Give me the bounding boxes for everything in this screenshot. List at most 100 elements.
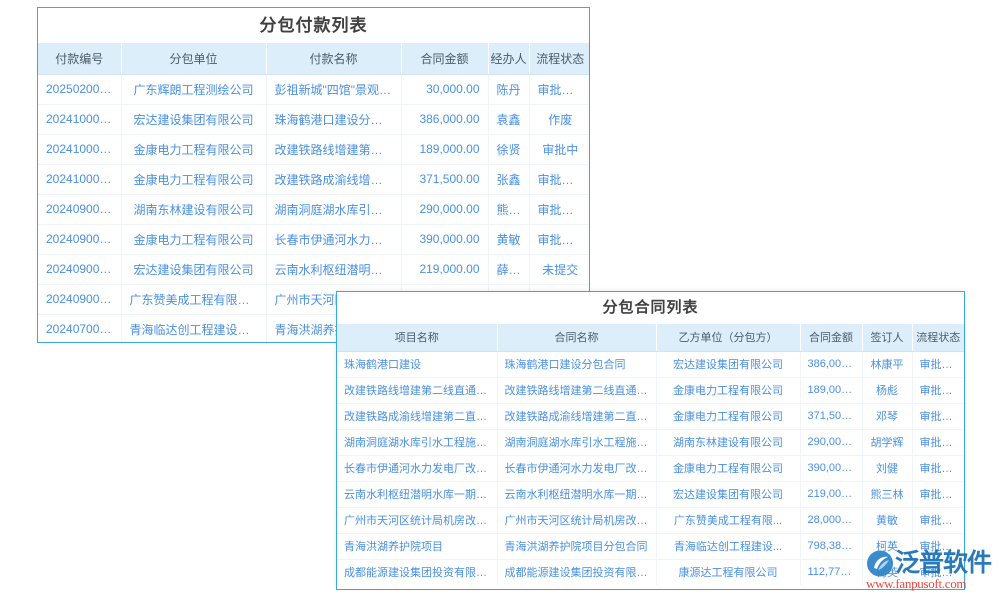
contract-cell-contract[interactable]: 改建铁路线增建第二线直通线（成都-西...: [497, 377, 656, 403]
payment-cell-amount[interactable]: 30,000.00: [401, 74, 488, 104]
payment-status-badge[interactable]: 审批中: [529, 134, 590, 164]
contract-cell-signer[interactable]: 林康平: [862, 351, 912, 377]
contract-cell-party-b[interactable]: 金康电力工程有限公司: [656, 455, 800, 481]
payment-cell-operator[interactable]: 薛保丰: [488, 254, 529, 284]
contract-cell-party-b[interactable]: 金康电力工程有限公司: [656, 403, 800, 429]
contract-status-badge[interactable]: 审批通过: [912, 351, 964, 377]
contract-cell-signer[interactable]: 邓琴: [862, 403, 912, 429]
contract-cell-amount[interactable]: 371,500.00: [800, 403, 862, 429]
payment-cell-unit[interactable]: 金康电力工程有限公司: [121, 164, 266, 194]
payment-cell-code[interactable]: 2024090002: [38, 254, 121, 284]
payment-table-row[interactable]: 2024100001金康电力工程有限公司改建铁路成渝线增建第...371,500…: [38, 164, 590, 194]
payment-cell-name[interactable]: 彭祖新城"四馆"景观工...: [266, 74, 401, 104]
contract-col-status[interactable]: 流程状态: [912, 324, 964, 351]
payment-cell-name[interactable]: 云南水利枢纽潜明水库...: [266, 254, 401, 284]
payment-cell-name[interactable]: 改建铁路成渝线增建第...: [266, 164, 401, 194]
payment-cell-code[interactable]: 2024090001: [38, 284, 121, 314]
payment-cell-name[interactable]: 珠海鹤港口建设分包合...: [266, 104, 401, 134]
contract-table-row[interactable]: 青海洪湖养护院项目青海洪湖养护院项目分包合同青海临达创工程建设...798,38…: [337, 533, 964, 559]
contract-cell-contract[interactable]: 珠海鹤港口建设分包合同: [497, 351, 656, 377]
contract-cell-project[interactable]: 云南水利枢纽潜明水库一期工程...: [337, 481, 497, 507]
payment-status-badge[interactable]: 审批通过: [529, 164, 590, 194]
payment-status-badge[interactable]: 作废: [529, 104, 590, 134]
payment-cell-unit[interactable]: 宏达建设集团有限公司: [121, 254, 266, 284]
payment-status-badge[interactable]: 审批通过: [529, 74, 590, 104]
contract-table-row[interactable]: 改建铁路成渝线增建第二直通线...改建铁路成渝线增建第二直通线（成渝...金康电…: [337, 403, 964, 429]
payment-status-badge[interactable]: 未提交: [529, 254, 590, 284]
contract-table-row[interactable]: 改建铁路线增建第二线直通线（...改建铁路线增建第二线直通线（成都-西...金康…: [337, 377, 964, 403]
payment-table-row[interactable]: 2024100002金康电力工程有限公司改建铁路线增建第二线...189,000…: [38, 134, 590, 164]
payment-table-row[interactable]: 2024100003宏达建设集团有限公司珠海鹤港口建设分包合...386,000…: [38, 104, 590, 134]
contract-cell-signer[interactable]: 柯英: [862, 559, 912, 585]
contract-table-row[interactable]: 广州市天河区统计局机房改造项目广州市天河区统计局机房改造项目分包...广东赞美成…: [337, 507, 964, 533]
contract-table-row[interactable]: 长春市伊通河水力发电厂改建工程长春市伊通河水力发电厂改建工程分包...金康电力工…: [337, 455, 964, 481]
contract-cell-contract[interactable]: 长春市伊通河水力发电厂改建工程分包...: [497, 455, 656, 481]
payment-table-row[interactable]: 2024090003金康电力工程有限公司长春市伊通河水力发电...390,000…: [38, 224, 590, 254]
contract-cell-party-b[interactable]: 广东赞美成工程有限...: [656, 507, 800, 533]
payment-cell-name[interactable]: 改建铁路线增建第二线...: [266, 134, 401, 164]
payment-cell-unit[interactable]: 广东赞美成工程有限公司: [121, 284, 266, 314]
contract-cell-amount[interactable]: 112,778.00: [800, 559, 862, 585]
contract-cell-party-b[interactable]: 宏达建设集团有限公司: [656, 351, 800, 377]
payment-cell-operator[interactable]: 黄敏: [488, 224, 529, 254]
contract-col-signer[interactable]: 签订人: [862, 324, 912, 351]
contract-cell-signer[interactable]: 熊三林: [862, 481, 912, 507]
payment-cell-name[interactable]: 湖南洞庭湖水库引水工...: [266, 194, 401, 224]
contract-status-badge[interactable]: 审批通过: [912, 455, 964, 481]
contract-cell-amount[interactable]: 290,000.00: [800, 429, 862, 455]
payment-cell-operator[interactable]: 徐贤: [488, 134, 529, 164]
payment-cell-unit[interactable]: 广东辉朗工程测绘公司: [121, 74, 266, 104]
payment-table-row[interactable]: 2024090004湖南东林建设有限公司湖南洞庭湖水库引水工...290,000…: [38, 194, 590, 224]
contract-table-row[interactable]: 成都能源建设集团投资有限公司...成都能源建设集团投资有限公司临时办...康源达…: [337, 559, 964, 585]
contract-cell-project[interactable]: 长春市伊通河水力发电厂改建工程: [337, 455, 497, 481]
payment-cell-operator[interactable]: 袁鑫: [488, 104, 529, 134]
contract-col-amount[interactable]: 合同金额: [800, 324, 862, 351]
payment-cell-amount[interactable]: 390,000.00: [401, 224, 488, 254]
payment-cell-name[interactable]: 长春市伊通河水力发电...: [266, 224, 401, 254]
contract-cell-contract[interactable]: 青海洪湖养护院项目分包合同: [497, 533, 656, 559]
payment-table-row[interactable]: 2025020001广东辉朗工程测绘公司彭祖新城"四馆"景观工...30,000…: [38, 74, 590, 104]
contract-cell-project[interactable]: 青海洪湖养护院项目: [337, 533, 497, 559]
payment-cell-operator[interactable]: 张鑫: [488, 164, 529, 194]
contract-cell-amount[interactable]: 28,000.00: [800, 507, 862, 533]
payment-cell-amount[interactable]: 371,500.00: [401, 164, 488, 194]
contract-table-row[interactable]: 珠海鹤港口建设珠海鹤港口建设分包合同宏达建设集团有限公司386,000.00林康…: [337, 351, 964, 377]
payment-col-status[interactable]: 流程状态: [529, 43, 590, 74]
contract-cell-party-b[interactable]: 湖南东林建设有限公司: [656, 429, 800, 455]
contract-cell-contract[interactable]: 湖南洞庭湖水库引水工程施工标分包合同: [497, 429, 656, 455]
payment-cell-code[interactable]: 2024090003: [38, 224, 121, 254]
payment-cell-amount[interactable]: 386,000.00: [401, 104, 488, 134]
contract-status-badge[interactable]: 审批通过: [912, 559, 964, 585]
contract-cell-signer[interactable]: 黄敏: [862, 507, 912, 533]
contract-cell-project[interactable]: 珠海鹤港口建设: [337, 351, 497, 377]
contract-cell-contract[interactable]: 广州市天河区统计局机房改造项目分包...: [497, 507, 656, 533]
payment-cell-operator[interactable]: 熊三林: [488, 194, 529, 224]
payment-cell-code[interactable]: 2024100002: [38, 134, 121, 164]
contract-col-contract[interactable]: 合同名称: [497, 324, 656, 351]
contract-cell-amount[interactable]: 386,000.00: [800, 351, 862, 377]
contract-status-badge[interactable]: 审批通过: [912, 377, 964, 403]
contract-cell-party-b[interactable]: 康源达工程有限公司: [656, 559, 800, 585]
contract-cell-party-b[interactable]: 宏达建设集团有限公司: [656, 481, 800, 507]
contract-col-project[interactable]: 项目名称: [337, 324, 497, 351]
contract-status-badge[interactable]: 审批通过: [912, 507, 964, 533]
contract-status-badge[interactable]: 审批通过: [912, 533, 964, 559]
payment-cell-code[interactable]: 2024100003: [38, 104, 121, 134]
contract-cell-amount[interactable]: 189,000.00: [800, 377, 862, 403]
contract-cell-contract[interactable]: 成都能源建设集团投资有限公司临时办...: [497, 559, 656, 585]
contract-cell-project[interactable]: 广州市天河区统计局机房改造项目: [337, 507, 497, 533]
payment-status-badge[interactable]: 审批不通过: [529, 194, 590, 224]
payment-cell-code[interactable]: 2025020001: [38, 74, 121, 104]
contract-cell-project[interactable]: 改建铁路线增建第二线直通线（...: [337, 377, 497, 403]
contract-cell-amount[interactable]: 390,000.00: [800, 455, 862, 481]
contract-cell-party-b[interactable]: 青海临达创工程建设...: [656, 533, 800, 559]
payment-col-amount[interactable]: 合同金额: [401, 43, 488, 74]
payment-cell-operator[interactable]: 陈丹: [488, 74, 529, 104]
payment-cell-code[interactable]: 2024100001: [38, 164, 121, 194]
payment-cell-unit[interactable]: 宏达建设集团有限公司: [121, 104, 266, 134]
contract-cell-amount[interactable]: 219,000.00: [800, 481, 862, 507]
contract-cell-project[interactable]: 湖南洞庭湖水库引水工程施工标: [337, 429, 497, 455]
contract-cell-contract[interactable]: 云南水利枢纽潜明水库一期工程施工标...: [497, 481, 656, 507]
payment-col-unit[interactable]: 分包单位: [121, 43, 266, 74]
contract-cell-amount[interactable]: 798,380.00: [800, 533, 862, 559]
